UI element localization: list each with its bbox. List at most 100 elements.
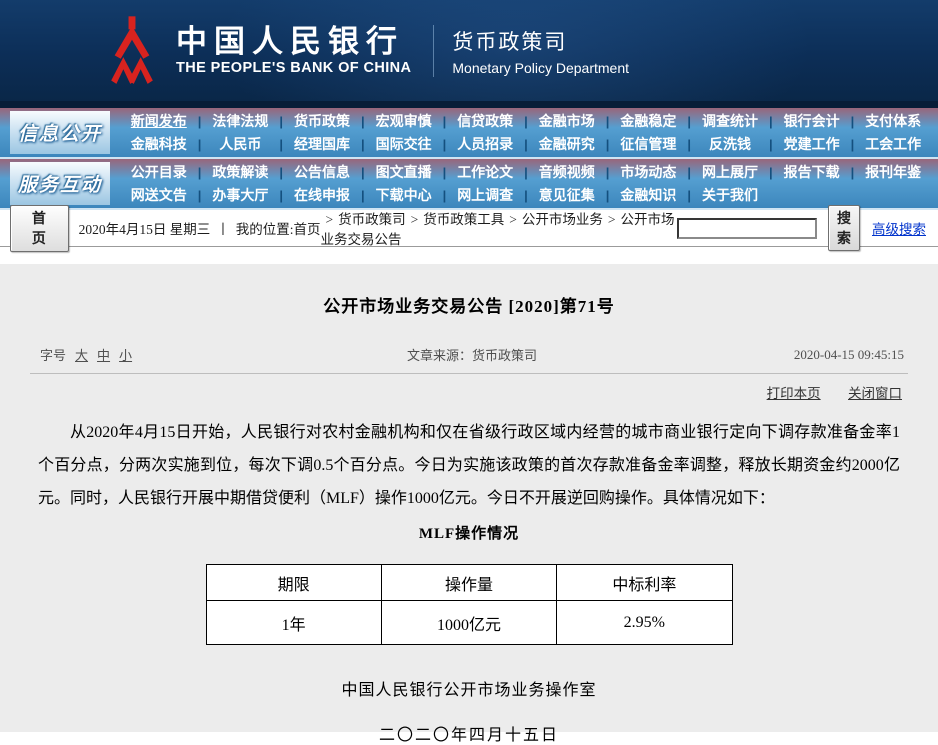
nav-link-经理国库[interactable]: 经理国库 xyxy=(294,136,350,152)
page-title: 公开市场业务交易公告 [2020]第71号 xyxy=(323,297,615,316)
nav-separator: | xyxy=(605,164,610,180)
bank-name-cn: 中国人民银行 xyxy=(176,23,404,60)
nav-link-网上调查[interactable]: 网上调查 xyxy=(457,187,513,203)
nav-link-金融稳定[interactable]: 金融稳定 xyxy=(620,113,676,129)
header-bottom-strip xyxy=(0,101,938,108)
nav-link-图文直播[interactable]: 图文直播 xyxy=(376,164,432,180)
nav-separator: | xyxy=(524,136,528,152)
nav-link-工会工作[interactable]: 工会工作 xyxy=(865,136,921,152)
breadcrumb-segment[interactable]: 公开市场业务 xyxy=(522,212,603,227)
header-divider xyxy=(433,24,435,77)
breadcrumb-separator: > xyxy=(325,212,334,227)
nav-cell: 银行会计 xyxy=(777,111,847,131)
current-date: 2020年4月15日 星期三 xyxy=(78,222,211,237)
department-name-en: Monetary Policy Department xyxy=(452,59,630,76)
nav-separator: | xyxy=(360,164,365,180)
nav-cell: 金融知识 xyxy=(614,185,684,205)
nav-cell: 人员招录 xyxy=(450,134,520,154)
nav-link-公开目录[interactable]: 公开目录 xyxy=(131,164,187,180)
nav-link-货币政策[interactable]: 货币政策 xyxy=(294,113,350,129)
nav-link-银行会计[interactable]: 银行会计 xyxy=(784,113,840,129)
nav-link-关于我们[interactable]: 关于我们 xyxy=(702,187,758,203)
nav-section-label-services: 服务互动 xyxy=(10,162,110,205)
nav-cell: 货币政策 xyxy=(287,111,357,131)
font-size-controls: 字号大中小 xyxy=(30,345,310,364)
nav-link-意见征集[interactable]: 意见征集 xyxy=(539,187,595,203)
nav-separator: | xyxy=(197,113,202,129)
nav-link-公告信息[interactable]: 公告信息 xyxy=(294,164,350,180)
nav-link-金融市场[interactable]: 金融市场 xyxy=(539,113,595,129)
nav-separator: | xyxy=(687,136,691,152)
nav-separator: | xyxy=(279,164,283,180)
nav-link-市场动态[interactable]: 市场动态 xyxy=(620,164,676,180)
nav-link-法律法规[interactable]: 法律法规 xyxy=(212,113,268,129)
article-paragraph: 从2020年4月15日开始，人民银行对农村金融机构和仅在省级行政区域内经营的城市… xyxy=(38,424,900,507)
nav-cell: 支付体系 xyxy=(858,111,928,131)
nav-link-金融研究[interactable]: 金融研究 xyxy=(539,136,595,152)
nav-link-宏观审慎[interactable]: 宏观审慎 xyxy=(376,113,432,129)
nav-link-在线申报[interactable]: 在线申报 xyxy=(294,187,350,203)
nav-link-政策解读[interactable]: 政策解读 xyxy=(212,164,268,180)
nav-link-调查统计[interactable]: 调查统计 xyxy=(702,113,758,129)
search-input[interactable] xyxy=(677,217,817,239)
nav-cell: 金融科技 xyxy=(124,134,194,154)
nav-cell: 经理国库 xyxy=(287,134,357,154)
nav-link-人员招录[interactable]: 人员招录 xyxy=(457,136,513,152)
nav-separator: | xyxy=(524,187,528,203)
nav-separator: | xyxy=(442,187,447,203)
nav-link-办事大厅[interactable]: 办事大厅 xyxy=(212,187,268,203)
font-size-link-中[interactable]: 中 xyxy=(97,348,110,363)
article-signature: 中国人民银行公开市场业务操作室 xyxy=(341,682,597,699)
nav-link-征信管理[interactable]: 征信管理 xyxy=(620,136,676,152)
nav-separator: | xyxy=(197,164,202,180)
nav-separator: | xyxy=(197,136,202,152)
print-page-link[interactable]: 打印本页 xyxy=(767,386,821,401)
nav-link-人民币[interactable]: 人民币 xyxy=(219,136,261,152)
nav-cell: 人民币 xyxy=(206,134,276,154)
close-window-link[interactable]: 关闭窗口 xyxy=(848,386,902,401)
nav-link-音频视频[interactable]: 音频视频 xyxy=(539,164,595,180)
nav-link-网上展厅[interactable]: 网上展厅 xyxy=(702,164,758,180)
table-header-row: 期限 操作量 中标利率 xyxy=(205,564,733,601)
nav-cell: 反洗钱 xyxy=(695,134,765,154)
nav-link-反洗钱[interactable]: 反洗钱 xyxy=(709,136,751,152)
nav-separator: | xyxy=(360,136,365,152)
nav-cell: 关于我们 xyxy=(695,185,765,205)
nav-line: 公开目录 | 政策解读 | 公告信息 | 图文直播 | 工作论文 | 音频视频 | 市场动态 | 网上展厅 |… xyxy=(124,162,928,182)
table-cell: 2.95% xyxy=(556,600,733,645)
nav-separator: | xyxy=(687,187,691,203)
nav-link-金融知识[interactable]: 金融知识 xyxy=(620,187,676,203)
article-source: 文章来源：货币政策司 xyxy=(406,348,537,363)
font-size-link-大[interactable]: 大 xyxy=(75,348,88,363)
nav-cell: 金融市场 xyxy=(532,111,602,131)
nav-link-报告下载[interactable]: 报告下载 xyxy=(784,164,840,180)
nav-link-党建工作[interactable]: 党建工作 xyxy=(784,136,840,152)
nav-cell: 新闻发布 xyxy=(124,111,194,131)
nav-separator: | xyxy=(605,187,610,203)
nav-link-金融科技[interactable]: 金融科技 xyxy=(131,136,187,152)
nav-link-报刊年鉴[interactable]: 报刊年鉴 xyxy=(865,164,921,180)
home-button[interactable]: 首 页 xyxy=(10,204,69,252)
search-button[interactable]: 搜索 xyxy=(828,205,860,251)
nav-link-工作论文[interactable]: 工作论文 xyxy=(457,164,513,180)
breadcrumb-segment[interactable]: 货币政策工具 xyxy=(423,212,504,227)
department-title: 货币政策司 Monetary Policy Department xyxy=(452,26,629,76)
nav-line: 网送文告 | 办事大厅 | 在线申报 | 下载中心 | 网上调查 | 意见征集 | 金融知识 | 关于我们 xyxy=(124,185,928,205)
breadcrumb-segment[interactable]: 货币政策司 xyxy=(338,212,406,227)
nav-link-支付体系[interactable]: 支付体系 xyxy=(865,113,921,129)
breadcrumb-separator: > xyxy=(410,212,419,227)
nav-link-下载中心[interactable]: 下载中心 xyxy=(376,187,432,203)
breadcrumb-separator: > xyxy=(509,212,517,227)
nav-link-网送文告[interactable]: 网送文告 xyxy=(131,187,187,203)
nav-link-国际交往[interactable]: 国际交往 xyxy=(376,136,432,152)
nav-link-信贷政策[interactable]: 信贷政策 xyxy=(457,113,513,129)
nav-link-新闻发布[interactable]: 新闻发布 xyxy=(131,113,187,129)
advanced-search-link[interactable]: 高级搜索 xyxy=(872,218,926,238)
font-size-link-小[interactable]: 小 xyxy=(119,348,132,363)
bank-name-en: THE PEOPLE'S BANK OF CHINA xyxy=(176,60,412,77)
table-column-header: 期限 xyxy=(205,564,382,601)
font-size-label: 字号 xyxy=(40,348,67,363)
main-navigation: 信息公开 新闻发布 | 法律法规 | 货币政策 | 宏观审慎 | 信贷政策 | 金融市场 | 金融稳定 |… xyxy=(0,108,938,210)
nav-cell: 公告信息 xyxy=(287,162,357,182)
nav-row-services: 服务互动 公开目录 | 政策解读 | 公告信息 | 图文直播 | 工作论文 | 音频视频 | 市场动态 |… xyxy=(0,159,938,210)
